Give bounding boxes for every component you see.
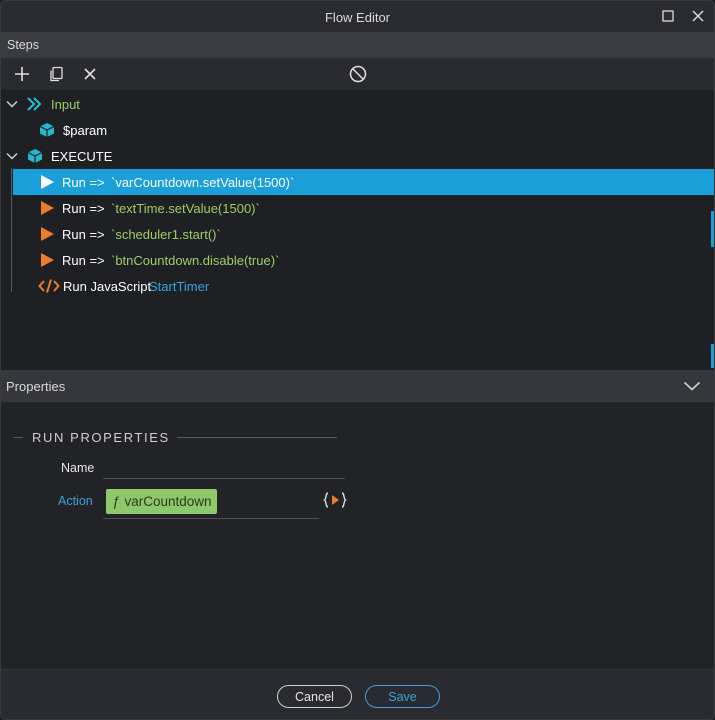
section-title: RUN PROPERTIES bbox=[32, 430, 170, 445]
play-icon bbox=[41, 201, 54, 215]
section-divider bbox=[13, 437, 23, 438]
input-label: Input bbox=[51, 97, 80, 112]
action-label: Action bbox=[58, 494, 93, 508]
run-code: `btnCountdown.disable(true)` bbox=[111, 253, 280, 268]
js-name: StartTimer bbox=[149, 279, 210, 294]
tree-node-input[interactable]: Input bbox=[1, 91, 714, 117]
disable-step-button[interactable] bbox=[348, 64, 368, 84]
execute-label: EXECUTE bbox=[51, 149, 113, 164]
play-icon bbox=[41, 227, 54, 241]
action-field[interactable]: ƒ varCountdown bbox=[103, 487, 319, 519]
section-divider bbox=[177, 437, 337, 438]
action-chip[interactable]: ƒ varCountdown bbox=[106, 489, 217, 514]
chevron-down-icon[interactable] bbox=[6, 98, 18, 110]
title-bar: Flow Editor bbox=[1, 1, 714, 32]
run-prefix: Run => bbox=[62, 201, 105, 216]
add-step-button[interactable] bbox=[12, 64, 32, 84]
copy-icon bbox=[50, 66, 63, 82]
js-prefix: Run JavaScript bbox=[63, 279, 152, 294]
tree-node-execute[interactable]: EXECUTE bbox=[1, 143, 714, 169]
ban-icon bbox=[349, 65, 367, 83]
expression-icon[interactable] bbox=[323, 491, 347, 509]
close-icon bbox=[692, 10, 704, 22]
run-code: `scheduler1.start()` bbox=[111, 227, 221, 242]
tree-node-param[interactable]: $param bbox=[1, 117, 714, 143]
copy-step-button[interactable] bbox=[46, 64, 66, 84]
tree-node-run-2[interactable]: Run => `textTime.setValue(1500)` bbox=[1, 195, 714, 221]
maximize-icon bbox=[662, 10, 674, 22]
code-icon bbox=[38, 279, 60, 293]
tree-node-run-4[interactable]: Run => `btnCountdown.disable(true)` bbox=[1, 247, 714, 273]
cube-icon bbox=[39, 123, 55, 137]
cancel-button[interactable]: Cancel bbox=[277, 685, 352, 708]
run-prefix: Run => bbox=[62, 253, 105, 268]
steps-tree: Input $param EXECUTE Run => `varCountdow… bbox=[1, 90, 714, 370]
run-prefix: Run => bbox=[62, 227, 105, 242]
edge-scroll-mark bbox=[711, 344, 714, 368]
flow-editor-window: Flow Editor Steps Input $param EXECUTE R… bbox=[0, 0, 715, 720]
cube-icon bbox=[27, 149, 43, 163]
action-chip-value: varCountdown bbox=[124, 494, 212, 509]
double-chevron-icon bbox=[27, 97, 42, 111]
properties-panel: RUN PROPERTIES Name Action ƒ varCountdown bbox=[1, 402, 714, 669]
save-button[interactable]: Save bbox=[365, 685, 440, 708]
run-code: `textTime.setValue(1500)` bbox=[111, 201, 260, 216]
x-icon bbox=[84, 68, 96, 80]
steps-toolbar bbox=[1, 58, 714, 90]
name-label: Name bbox=[61, 461, 95, 475]
tree-node-run-1[interactable]: Run => `varCountdown.setValue(1500)` bbox=[13, 169, 714, 195]
steps-header: Steps bbox=[1, 32, 714, 58]
close-button[interactable] bbox=[691, 9, 705, 23]
function-symbol: ƒ bbox=[112, 494, 120, 509]
param-label: $param bbox=[63, 123, 108, 138]
properties-title: Properties bbox=[6, 379, 66, 394]
dialog-footer: Cancel Save bbox=[1, 669, 714, 719]
window-title: Flow Editor bbox=[324, 10, 391, 25]
run-code: `varCountdown.setValue(1500)` bbox=[111, 175, 295, 190]
play-icon bbox=[41, 175, 54, 189]
name-input[interactable] bbox=[103, 455, 345, 479]
chevron-down-icon[interactable] bbox=[6, 150, 18, 162]
chevron-down-icon[interactable] bbox=[683, 379, 701, 393]
tree-node-run-javascript[interactable]: Run JavaScript StartTimer bbox=[1, 273, 714, 299]
steps-title: Steps bbox=[7, 38, 39, 52]
run-prefix: Run => bbox=[62, 175, 105, 190]
tree-node-run-3[interactable]: Run => `scheduler1.start()` bbox=[1, 221, 714, 247]
play-icon bbox=[41, 253, 54, 267]
properties-header[interactable]: Properties bbox=[1, 370, 714, 402]
plus-icon bbox=[15, 67, 29, 81]
edge-scroll-mark bbox=[711, 211, 714, 247]
maximize-button[interactable] bbox=[661, 9, 675, 23]
delete-step-button[interactable] bbox=[80, 64, 100, 84]
